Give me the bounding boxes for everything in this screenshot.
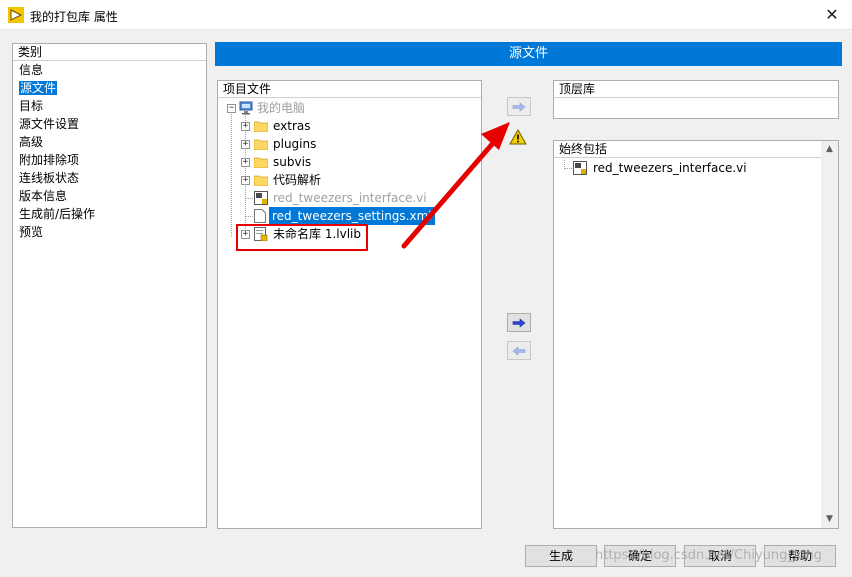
- scroll-up-icon[interactable]: ▲: [821, 141, 838, 158]
- ok-button[interactable]: 确定: [604, 545, 676, 567]
- tree-row-settings-xml[interactable]: red_tweezers_settings.xml: [218, 207, 478, 225]
- vi-file-icon: [254, 191, 268, 205]
- tree-row-plugins[interactable]: + plugins: [218, 135, 478, 153]
- expand-icon[interactable]: +: [241, 122, 250, 131]
- expand-icon[interactable]: +: [241, 140, 250, 149]
- tree-label-code-parsing: 代码解析: [273, 173, 322, 187]
- always-include-item[interactable]: red_tweezers_interface.vi: [554, 159, 814, 177]
- collapse-icon[interactable]: −: [227, 104, 236, 113]
- top-level-header: 顶层库: [554, 81, 838, 98]
- arrow-right-icon: [512, 101, 526, 112]
- tree-row-interface-vi[interactable]: red_tweezers_interface.vi: [218, 189, 478, 207]
- category-item-pre-post-build[interactable]: 生成前/后操作: [13, 205, 206, 223]
- tree-label-interface-vi: red_tweezers_interface.vi: [273, 191, 427, 205]
- vertical-scrollbar[interactable]: ▲ ▼: [821, 141, 838, 528]
- labview-app-icon: [8, 7, 24, 23]
- remove-always-include-button[interactable]: [507, 341, 531, 360]
- always-include-item-label: red_tweezers_interface.vi: [593, 161, 747, 175]
- annotation-highlight-box: [236, 224, 368, 251]
- category-item-version-info[interactable]: 版本信息: [13, 187, 206, 205]
- arrow-left-icon: [512, 345, 526, 356]
- expand-icon[interactable]: +: [241, 158, 250, 167]
- help-button[interactable]: 帮助: [764, 545, 836, 567]
- tree-label-settings-xml: red_tweezers_settings.xml: [269, 207, 435, 225]
- category-item-additional-exclusions[interactable]: 附加排除项: [13, 151, 206, 169]
- cancel-button[interactable]: 取消: [684, 545, 756, 567]
- tree-label-my-computer: 我的电脑: [257, 101, 306, 115]
- tree-label-plugins: plugins: [273, 137, 317, 151]
- close-button[interactable]: ✕: [812, 0, 852, 30]
- folder-icon: [254, 139, 268, 150]
- arrow-right-icon: [512, 317, 526, 328]
- scroll-down-icon[interactable]: ▼: [821, 511, 838, 528]
- tree-row-code-parsing[interactable]: + 代码解析: [218, 171, 478, 189]
- section-header: 源文件: [215, 42, 842, 66]
- category-list: 类别 信息 源文件 目标 源文件设置 高级 附加排除项 连线板状态 版本信息 生…: [12, 43, 207, 528]
- folder-icon: [254, 121, 268, 132]
- tree-label-extras: extras: [273, 119, 311, 133]
- add-always-include-button[interactable]: [507, 313, 531, 332]
- always-include-list[interactable]: 始终包括 red_tweezers_interface.vi ▲ ▼: [553, 140, 839, 529]
- category-item-info[interactable]: 信息: [13, 61, 206, 79]
- title-bar: 我的打包库 属性 ✕: [0, 0, 852, 30]
- project-files-tree: 项目文件 − 我的电脑 + extras + plugins + subvis …: [217, 80, 482, 529]
- category-header: 类别: [13, 44, 206, 61]
- tree-row-extras[interactable]: + extras: [218, 117, 478, 135]
- top-level-library-list[interactable]: 顶层库: [553, 80, 839, 119]
- project-files-header: 项目文件: [218, 81, 481, 98]
- vi-file-icon: [573, 161, 587, 175]
- expand-icon[interactable]: +: [241, 176, 250, 185]
- tree-row-subvis[interactable]: + subvis: [218, 153, 478, 171]
- window-title: 我的打包库 属性: [30, 10, 118, 24]
- add-top-level-button[interactable]: [507, 97, 531, 116]
- category-item-destinations[interactable]: 目标: [13, 97, 206, 115]
- tree-label-subvis: subvis: [273, 155, 312, 169]
- category-item-preview[interactable]: 预览: [13, 223, 206, 241]
- category-item-source-files[interactable]: 源文件: [13, 79, 206, 97]
- category-item-source-file-settings[interactable]: 源文件设置: [13, 115, 206, 133]
- category-item-connector-pane-state[interactable]: 连线板状态: [13, 169, 206, 187]
- always-include-header: 始终包括: [554, 141, 821, 158]
- folder-icon: [254, 175, 268, 186]
- warning-icon: [509, 129, 527, 145]
- tree-row-my-computer[interactable]: − 我的电脑: [218, 99, 478, 117]
- category-item-advanced[interactable]: 高级: [13, 133, 206, 151]
- folder-icon: [254, 157, 268, 168]
- build-button[interactable]: 生成: [525, 545, 597, 567]
- computer-icon: [239, 101, 253, 115]
- document-icon: [254, 209, 266, 223]
